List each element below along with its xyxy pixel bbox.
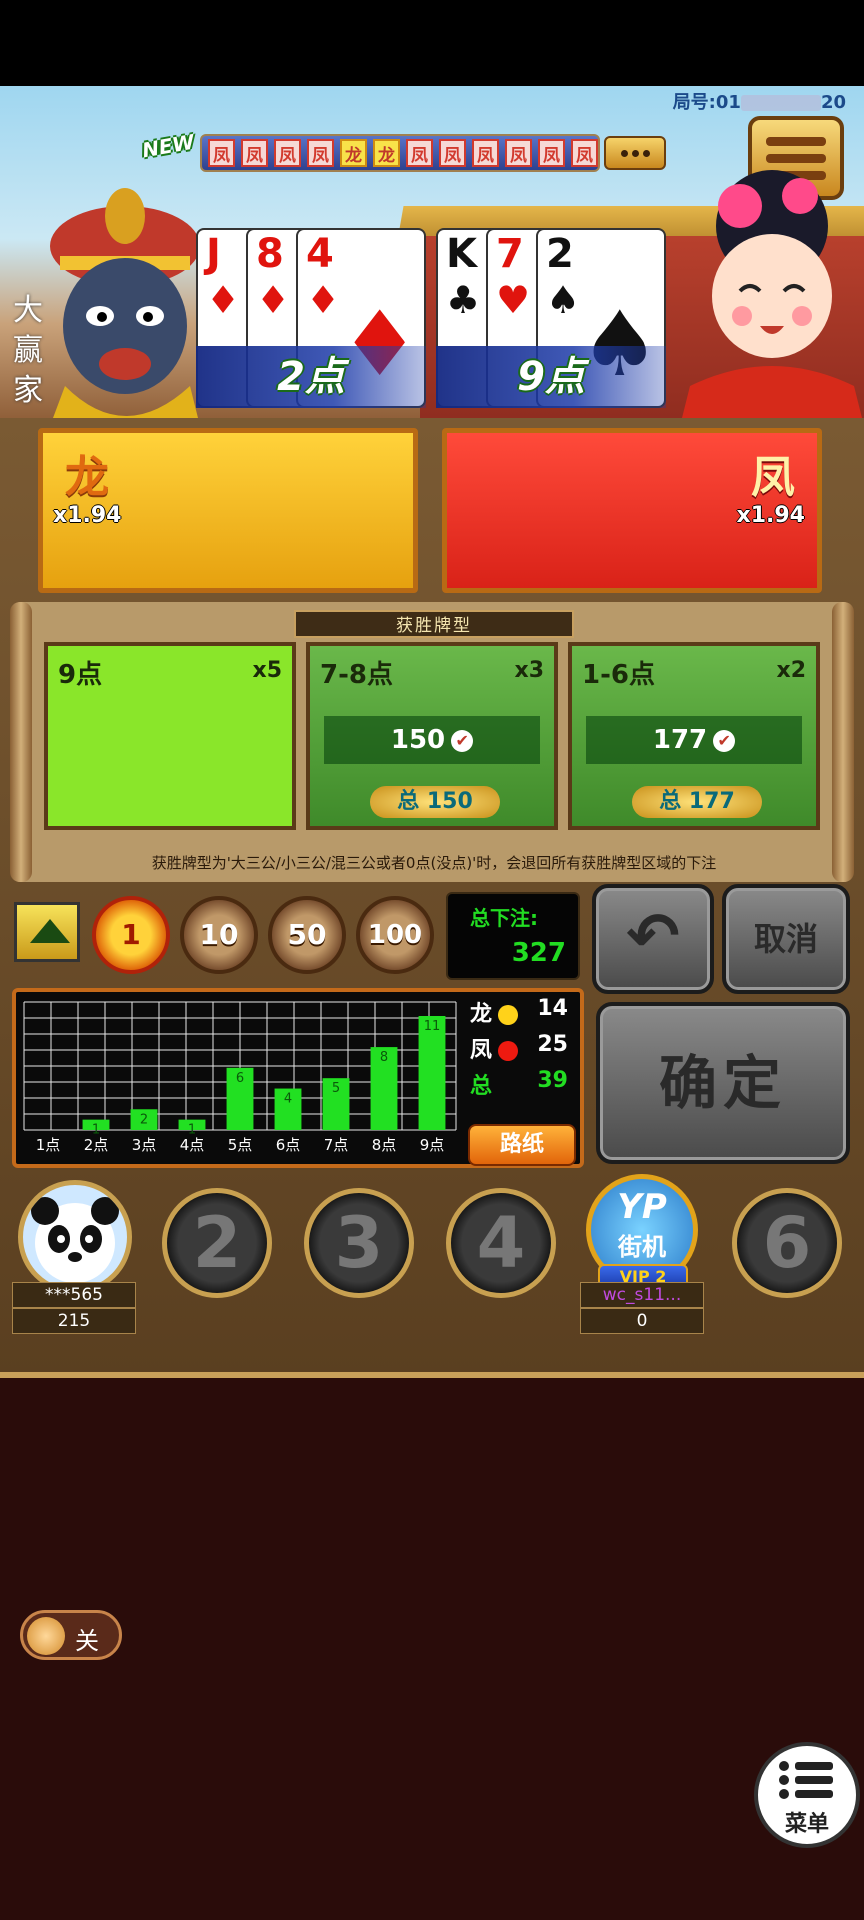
my-name: ***565 [12, 1282, 136, 1308]
history-cell: 凤 [571, 139, 598, 167]
vip-score: 0 [580, 1308, 704, 1334]
chat-area: 关 菜单 [0, 1372, 864, 1920]
my-stake: 177 ✔ [586, 716, 802, 764]
check-icon: ✔ [451, 729, 474, 752]
dragon-odds: x1.94 [53, 503, 122, 528]
win-type-panel: 获胜牌型 9点 x5 7-8点 x3 150 ✔ 总 150 1-6点 x2 17… [10, 602, 854, 882]
trend-axis-label: 3点 [132, 1136, 157, 1154]
trend-bar-value: 8 [380, 1050, 388, 1065]
total-stake: 总 150 [370, 786, 500, 818]
dragon-character-avatar [50, 188, 200, 426]
trend-axis-label: 5点 [228, 1136, 253, 1154]
dragon-bet-area[interactable]: 龙 x1.94 [38, 428, 418, 593]
history-cell: 凤 [472, 139, 499, 167]
undo-button[interactable] [592, 884, 714, 994]
round-id-redacted [740, 95, 821, 111]
trend-axis-label: 9点 [420, 1136, 445, 1154]
trend-bar-value: 11 [424, 1019, 441, 1034]
chip-100[interactable]: 100 [356, 896, 434, 974]
dragon-label: 龙 [65, 452, 109, 503]
confirm-button[interactable]: 确定 [596, 1002, 850, 1164]
trend-axis-label: 4点 [180, 1136, 205, 1154]
history-cell: 凤 [307, 139, 334, 167]
dragon-dot-icon [498, 1005, 519, 1025]
chip-10[interactable]: 10 [180, 896, 258, 974]
seat-2[interactable]: 2 [162, 1188, 272, 1298]
points-trend-chart: 1点12点23点14点65点46点57点88点119点 [23, 1001, 457, 1154]
phoenix-hand: K ♣ 7 ♥ 2 ♠ ♠ 9点 [436, 228, 666, 408]
history-more-button[interactable] [604, 136, 666, 170]
vip-name: wc_s11... [580, 1282, 704, 1308]
win-type-1-6-points[interactable]: 1-6点 x2 177 ✔ 总 177 [568, 642, 820, 830]
dragon-count: 14 [537, 996, 568, 1021]
phoenix-label: 凤 [751, 452, 795, 503]
check-icon: ✔ [713, 729, 736, 752]
history-cell: 凤 [439, 139, 466, 167]
my-avatar[interactable] [18, 1180, 132, 1294]
total-count: 39 [537, 1068, 568, 1093]
game-scene: 局号:01 20 NEW 凤凤凤凤龙龙凤凤凤凤凤凤 大赢家 J ♦ 8 ♦ 4 … [0, 86, 864, 426]
win-type-note: 获胜牌型为'大三公/小三公/混三公或者0点(没点)'时，会退回所有获胜牌型区域的… [151, 854, 717, 872]
history-cell: 凤 [505, 139, 532, 167]
road-map-button[interactable]: 路纸 [468, 1124, 576, 1166]
phoenix-bet-area[interactable]: 凤 x1.94 [442, 428, 822, 593]
my-stake: 150 ✔ [324, 716, 540, 764]
phoenix-points: 9点 [436, 346, 666, 408]
history-cell: 凤 [241, 139, 268, 167]
phoenix-odds: x1.94 [736, 503, 805, 528]
trend-bar-value: 2 [140, 1112, 148, 1127]
seat-4[interactable]: 4 [446, 1188, 556, 1298]
my-score: 215 [12, 1308, 136, 1334]
list-menu-icon [779, 1761, 833, 1799]
dragon-points: 2点 [196, 346, 426, 408]
cancel-button[interactable]: 取消 [722, 884, 850, 994]
result-history-bar[interactable]: 凤凤凤凤龙龙凤凤凤凤凤凤 [200, 134, 600, 172]
toggle-knob [27, 1617, 65, 1655]
win-type-7-8-points[interactable]: 7-8点 x3 150 ✔ 总 150 [306, 642, 558, 830]
history-cell: 凤 [406, 139, 433, 167]
betting-table: 龙 x1.94 凤 x1.94 获胜牌型 9点 x5 7-8点 x3 150 ✔ … [0, 418, 864, 1378]
seat-3[interactable]: 3 [304, 1188, 414, 1298]
history-cell: 凤 [538, 139, 565, 167]
dragon-hand: J ♦ 8 ♦ 4 ♦ ♦ 2点 [196, 228, 426, 408]
trend-axis-label: 7点 [324, 1136, 349, 1154]
phoenix-count: 25 [537, 1032, 568, 1057]
history-cell: 龙 [340, 139, 367, 167]
panda-icon [31, 1197, 119, 1283]
chip-50[interactable]: 50 [268, 896, 346, 974]
scroll-rod-left [10, 602, 32, 882]
trend-axis-label: 8点 [372, 1136, 397, 1154]
history-cell: 龙 [373, 139, 400, 167]
new-badge: NEW [140, 129, 197, 163]
trend-axis-label: 6点 [276, 1136, 301, 1154]
total-stake: 总 177 [632, 786, 762, 818]
round-id: 局号:01 20 [672, 92, 846, 113]
history-cell: 凤 [208, 139, 235, 167]
phoenix-character-avatar [680, 170, 864, 426]
trend-panel: 1点 1 2点 2 3点 1 4点 6 5点 4 6点 5 7点 8 8点 11 9点 龙 14 凤 25 总 … [12, 988, 584, 1168]
trend-bar-value: 6 [236, 1071, 244, 1086]
chip-1[interactable]: 1 [92, 896, 170, 974]
trend-axis-label: 2点 [84, 1136, 109, 1154]
expand-up-button[interactable] [14, 902, 80, 962]
trend-bar-value: 4 [284, 1092, 292, 1107]
scroll-rod-right [832, 602, 854, 882]
trend-axis-label: 1点 [36, 1136, 61, 1154]
bottom-menu-button[interactable]: 菜单 [754, 1742, 860, 1848]
total-bet-display: 总下注: 327 [446, 892, 580, 980]
win-type-9-points[interactable]: 9点 x5 [44, 642, 296, 830]
win-type-title: 获胜牌型 [294, 610, 574, 638]
phoenix-dot-icon [498, 1041, 519, 1061]
chat-toggle[interactable]: 关 [20, 1610, 122, 1660]
trend-bar-value: 5 [332, 1081, 340, 1096]
seat-6[interactable]: 6 [732, 1188, 842, 1298]
history-cell: 凤 [274, 139, 301, 167]
